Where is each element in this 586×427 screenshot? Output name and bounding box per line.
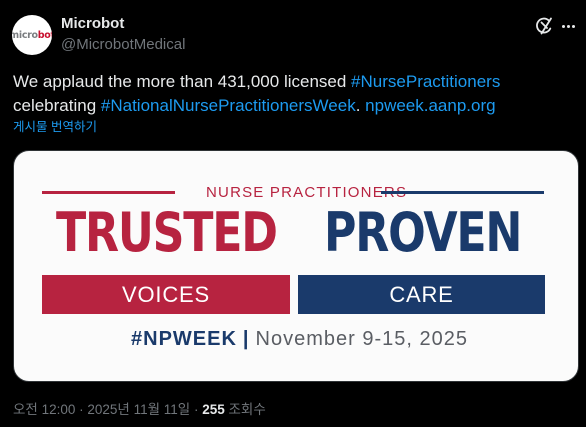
post-date[interactable]: 2025년 11월 11일 xyxy=(87,402,190,417)
author-info: Microbot @MicrobotMedical xyxy=(61,14,185,55)
views-label: 조회수 xyxy=(224,402,266,417)
tweet-meta: 오전 12:00 · 2025년 11월 11일 · 255 조회수 xyxy=(13,402,266,417)
npweek-link[interactable]: npweek.aanp.org xyxy=(365,96,495,115)
media-footer: #NPWEEK | November 9-15, 2025 xyxy=(131,328,468,351)
more-icon xyxy=(561,24,565,28)
hashtag-national-np-week[interactable]: #NationalNursePractitionersWeek xyxy=(101,96,356,115)
band-care: CARE xyxy=(298,275,545,314)
media-image[interactable]: NURSE PRACTITIONERS TRUSTED PROVEN VOICE… xyxy=(13,150,579,382)
header-rule-right xyxy=(381,191,544,194)
media-header: NURSE PRACTITIONERS xyxy=(206,184,408,201)
footer-separator: | xyxy=(242,328,250,350)
band-voices: VOICES xyxy=(42,275,290,314)
more-button[interactable] xyxy=(558,14,578,38)
tweet-text: We applaud the more than 431,000 license… xyxy=(13,72,501,115)
word-trusted: TRUSTED xyxy=(56,201,278,264)
header-rule-left xyxy=(42,191,175,194)
footer-hashtag: #NPWEEK xyxy=(131,328,237,350)
grok-button[interactable] xyxy=(532,14,556,38)
footer-date: November 9-15, 2025 xyxy=(255,328,468,350)
views-count: 255 xyxy=(202,402,225,417)
avatar-logo: microbot xyxy=(12,29,52,41)
post-time[interactable]: 오전 12:00 xyxy=(13,402,75,417)
avatar[interactable]: microbot xyxy=(12,15,52,55)
hashtag-nurse-practitioners[interactable]: #NursePractitioners xyxy=(351,72,500,91)
author-name[interactable]: Microbot xyxy=(61,14,185,34)
translate-post-link[interactable]: 게시물 번역하기 xyxy=(13,119,97,135)
word-proven: PROVEN xyxy=(324,201,522,264)
grok-icon xyxy=(536,17,552,35)
author-handle[interactable]: @MicrobotMedical xyxy=(61,35,185,55)
